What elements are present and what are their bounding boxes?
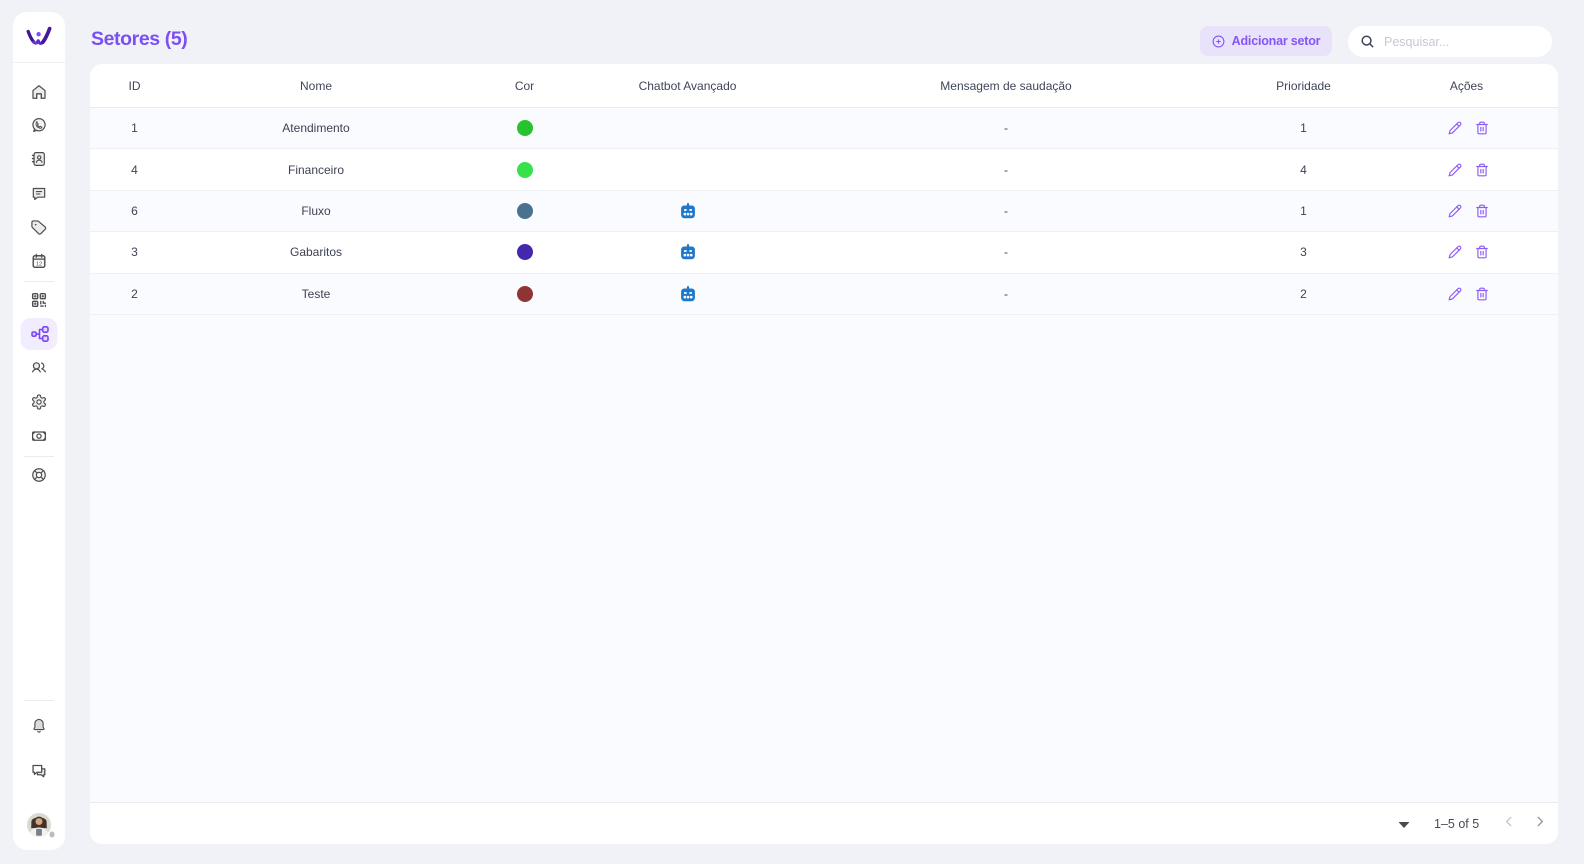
svg-text:12: 12 xyxy=(36,261,42,267)
